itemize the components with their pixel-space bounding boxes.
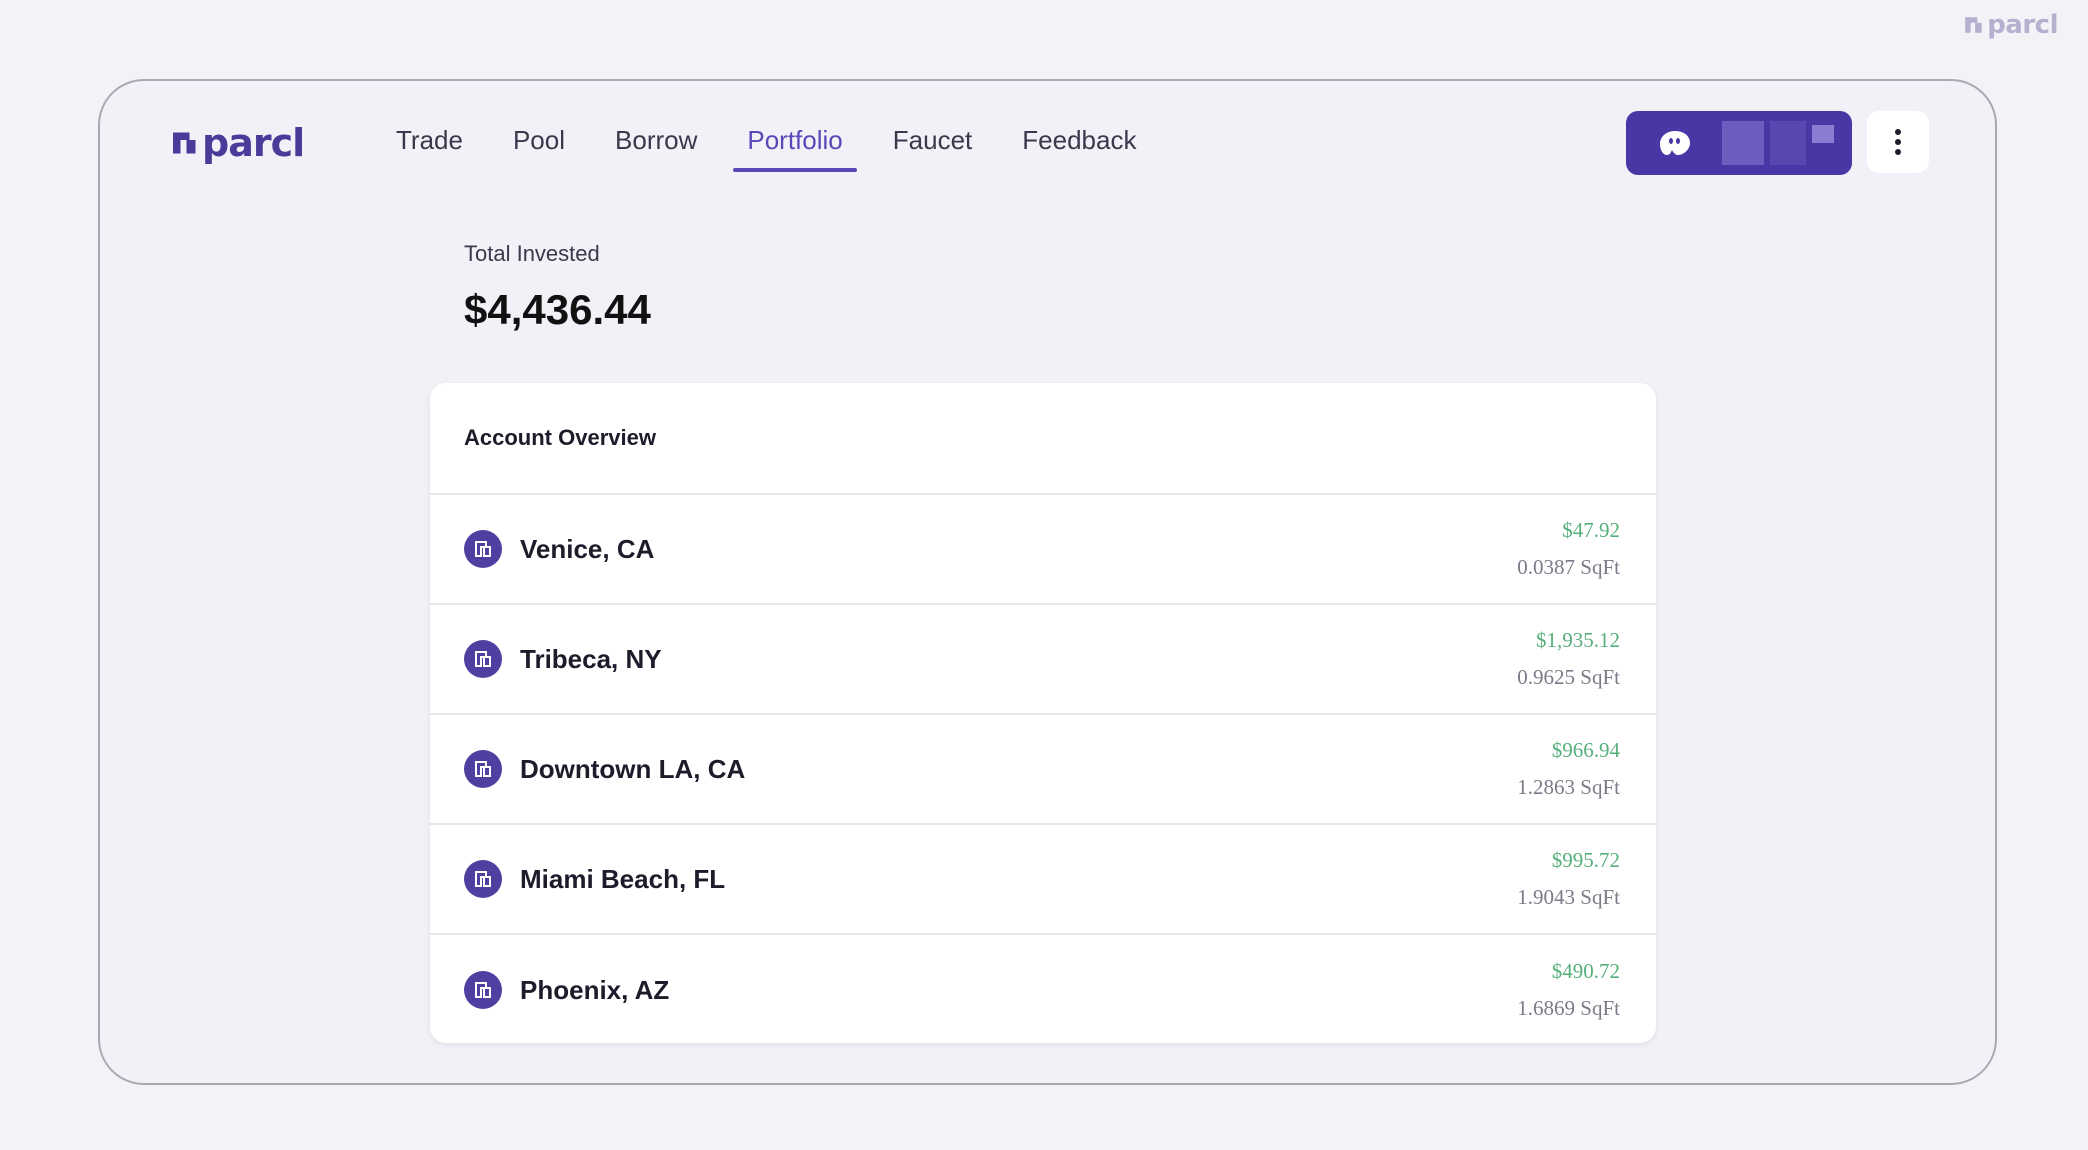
parcl-logo-icon — [173, 132, 196, 154]
nav-trade[interactable]: Trade — [382, 125, 477, 168]
nav-faucet[interactable]: Faucet — [879, 125, 987, 168]
more-menu-button[interactable] — [1867, 111, 1929, 173]
top-navbar: parcl Trade Pool Borrow Portfolio Faucet… — [100, 81, 1995, 213]
parcl-token-icon — [464, 860, 502, 898]
holding-row[interactable]: Tribeca, NY $1,935.12 0.9625 SqFt — [430, 605, 1656, 715]
nav-borrow[interactable]: Borrow — [601, 125, 711, 168]
holding-location: Venice, CA — [520, 533, 655, 564]
holding-sqft: 1.2863 SqFt — [1517, 775, 1620, 799]
holding-value: $966.94 — [1551, 738, 1620, 762]
holding-location: Phoenix, AZ — [520, 974, 670, 1005]
holding-row[interactable]: Venice, CA $47.92 0.0387 SqFt — [430, 495, 1656, 605]
holding-value: $995.72 — [1551, 848, 1620, 872]
app-window: parcl Trade Pool Borrow Portfolio Faucet… — [98, 79, 1997, 1085]
holding-sqft: 1.9043 SqFt — [1517, 885, 1620, 909]
account-overview-title: Account Overview — [430, 383, 1656, 495]
nav-portfolio[interactable]: Portfolio — [733, 125, 858, 172]
main-nav: Trade Pool Borrow Portfolio Faucet Feedb… — [382, 125, 1172, 172]
holding-value: $490.72 — [1551, 959, 1620, 983]
redacted-address — [1722, 121, 1834, 165]
holding-location: Downtown LA, CA — [520, 753, 746, 784]
holding-value: $47.92 — [1562, 518, 1620, 542]
holding-row[interactable]: Downtown LA, CA $966.94 1.2863 SqFt — [430, 715, 1656, 825]
parcl-token-icon — [464, 640, 502, 678]
wallet-button[interactable] — [1626, 111, 1852, 175]
parcl-logo-icon — [1965, 17, 1982, 33]
parcl-token-icon — [464, 971, 502, 1009]
holding-location: Miami Beach, FL — [520, 863, 726, 894]
corner-watermark-logo: parcl — [1963, 10, 2058, 40]
parcl-token-icon — [464, 530, 502, 568]
more-vertical-icon — [1895, 129, 1901, 155]
account-overview-card: Account Overview Venice, CA $47.92 0.038… — [430, 383, 1656, 1043]
total-invested-label: Total Invested — [464, 241, 600, 266]
brand-logo[interactable]: parcl — [170, 121, 305, 165]
ghost-wallet-icon — [1660, 131, 1690, 155]
holding-row[interactable]: Phoenix, AZ $490.72 1.6869 SqFt — [430, 935, 1656, 1043]
holding-location: Tribeca, NY — [520, 643, 662, 674]
holding-sqft: 0.0387 SqFt — [1517, 555, 1620, 579]
holding-row[interactable]: Miami Beach, FL $995.72 1.9043 SqFt — [430, 825, 1656, 935]
nav-feedback[interactable]: Feedback — [1008, 125, 1150, 168]
holding-value: $1,935.12 — [1536, 628, 1620, 652]
corner-logo-text: parcl — [1987, 10, 2058, 40]
holding-sqft: 0.9625 SqFt — [1517, 665, 1620, 689]
nav-pool[interactable]: Pool — [499, 125, 579, 168]
total-invested-value: $4,436.44 — [464, 286, 651, 333]
brand-text: parcl — [202, 121, 305, 165]
holding-sqft: 1.6869 SqFt — [1517, 996, 1620, 1020]
parcl-token-icon — [464, 750, 502, 788]
